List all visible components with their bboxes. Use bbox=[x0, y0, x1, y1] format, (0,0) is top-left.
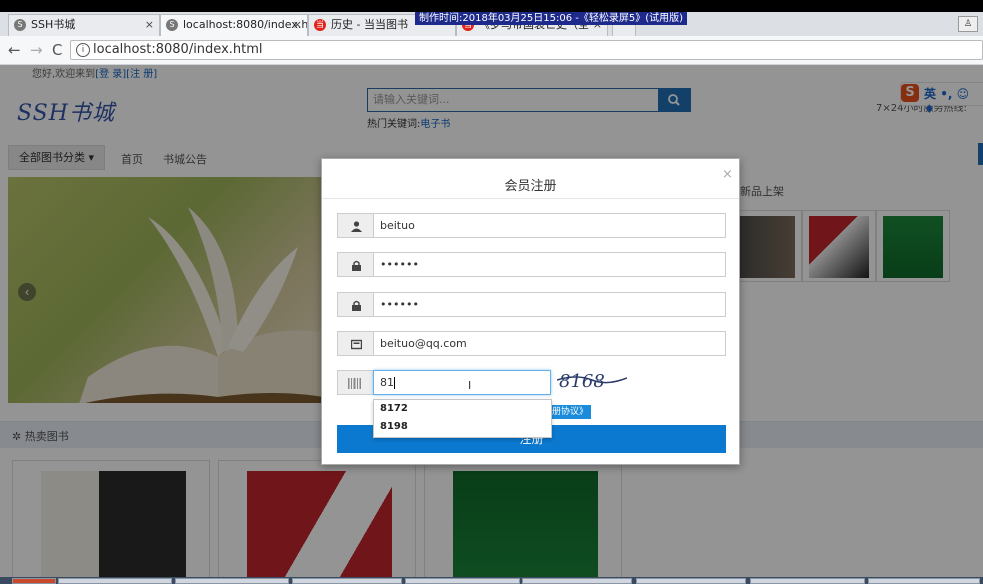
confirm-password-input[interactable]: •••••• bbox=[373, 292, 726, 317]
dangdang-icon: 当 bbox=[314, 19, 326, 31]
register-modal: 会员注册 × beituo •••••• •••••• beituo@qq.co… bbox=[321, 158, 740, 465]
envelope-icon bbox=[351, 339, 362, 350]
close-button[interactable]: × bbox=[722, 167, 733, 182]
captcha-addon bbox=[337, 370, 374, 395]
recording-banner: 制作时间:2018年03月25日15:06 -《轻松录屏5》(试用版) bbox=[415, 12, 688, 25]
tab-label: SSH书城 bbox=[31, 18, 76, 31]
text-cursor bbox=[394, 377, 395, 389]
lock-icon bbox=[352, 260, 361, 271]
tab-localhost[interactable]: S localhost:8080/index.ht × bbox=[160, 14, 308, 36]
autocomplete-dropdown: 8172 8198 bbox=[373, 399, 552, 438]
captcha-image[interactable]: 8168 bbox=[557, 368, 627, 393]
password-input[interactable]: •••••• bbox=[373, 252, 726, 277]
confirm-password-row: •••••• bbox=[337, 292, 726, 317]
taskbar-item[interactable] bbox=[522, 578, 632, 584]
globe-icon: S bbox=[14, 19, 26, 31]
i-beam-cursor-icon: Ι bbox=[468, 379, 472, 392]
taskbar-item[interactable] bbox=[405, 578, 520, 584]
taskbar-item[interactable] bbox=[292, 578, 402, 584]
email-row: beituo@qq.com bbox=[337, 331, 726, 356]
tab-ssh-bookstore[interactable]: S SSH书城 × bbox=[8, 14, 160, 36]
username-input[interactable]: beituo bbox=[373, 213, 726, 238]
user-icon[interactable]: ♙ bbox=[958, 16, 978, 32]
close-icon[interactable]: × bbox=[293, 15, 302, 35]
captcha-input[interactable]: 81 bbox=[373, 370, 551, 395]
email-input[interactable]: beituo@qq.com bbox=[373, 331, 726, 356]
lock-icon bbox=[352, 300, 361, 311]
url-input[interactable]: localhost:8080/index.html bbox=[70, 40, 983, 60]
taskbar-item[interactable] bbox=[750, 578, 865, 584]
taskbar-item[interactable] bbox=[175, 578, 289, 584]
info-icon[interactable]: i bbox=[76, 43, 90, 57]
back-arrow-icon[interactable]: ← bbox=[8, 41, 21, 59]
taskbar-item[interactable] bbox=[636, 578, 746, 584]
username-addon bbox=[337, 213, 374, 238]
taskbar-item[interactable] bbox=[58, 578, 172, 584]
start-button[interactable] bbox=[12, 578, 56, 584]
password-row: •••••• bbox=[337, 252, 726, 277]
user-icon bbox=[351, 221, 362, 232]
captcha-row: 81 bbox=[337, 370, 726, 395]
autocomplete-option[interactable]: 8172 bbox=[380, 403, 408, 414]
reload-icon[interactable]: C bbox=[52, 41, 62, 59]
modal-title: 会员注册 bbox=[504, 179, 557, 194]
taskbar-item[interactable] bbox=[868, 578, 980, 584]
tab-label: 历史 - 当当图书 bbox=[331, 18, 408, 31]
barcode-icon bbox=[348, 378, 361, 389]
screen-top-strip bbox=[0, 0, 983, 12]
captcha-typed-value: 81 bbox=[380, 376, 394, 389]
forward-arrow-icon[interactable]: → bbox=[30, 41, 43, 59]
email-addon bbox=[337, 331, 374, 356]
close-icon[interactable]: × bbox=[145, 15, 154, 35]
password-addon bbox=[337, 252, 374, 277]
autocomplete-option[interactable]: 8198 bbox=[380, 421, 408, 432]
globe-icon: S bbox=[166, 19, 178, 31]
tab-label: localhost:8080/index.ht bbox=[183, 18, 308, 31]
username-row: beituo bbox=[337, 213, 726, 238]
confirm-password-addon bbox=[337, 292, 374, 317]
